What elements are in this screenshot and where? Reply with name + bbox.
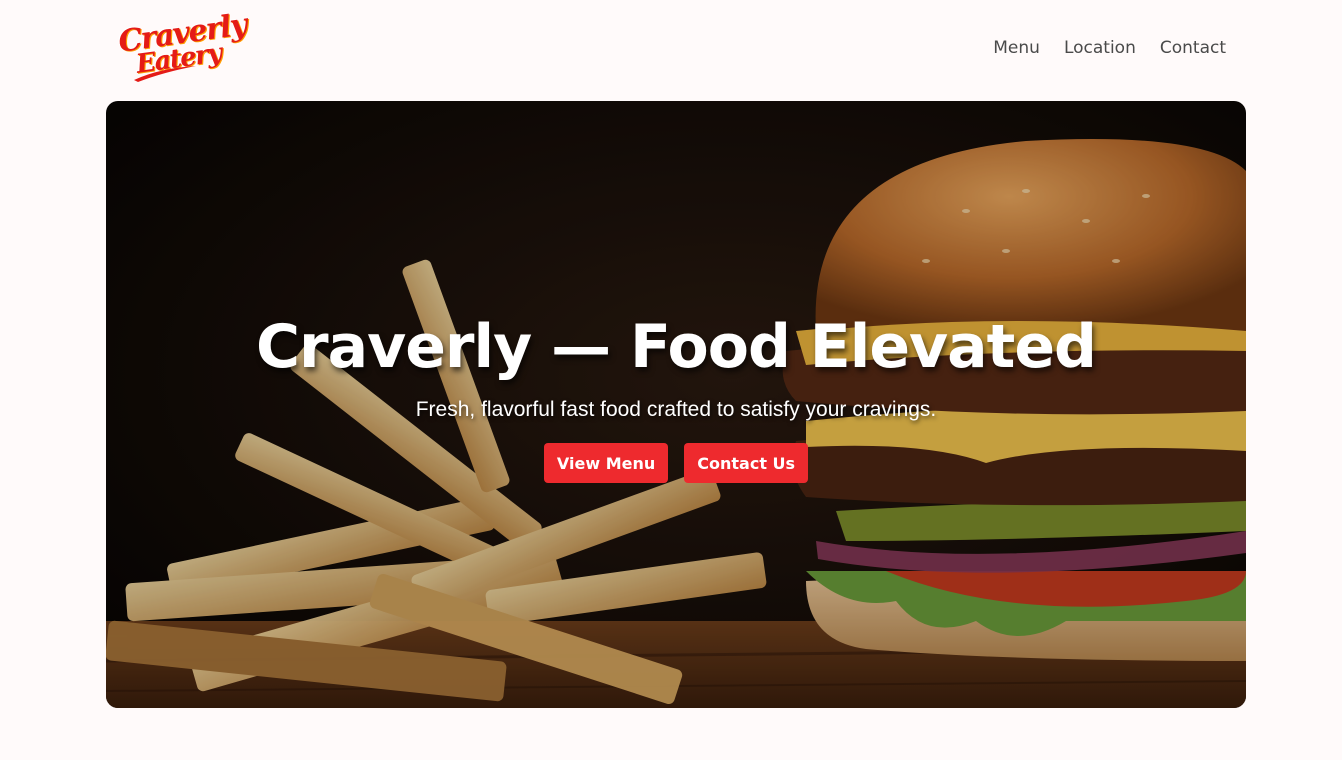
hero-title: Craverly — Food Elevated <box>256 312 1097 382</box>
nav-item-menu[interactable]: Menu <box>993 36 1040 60</box>
logo-swoosh-icon <box>134 66 196 82</box>
nav-item-location[interactable]: Location <box>1064 36 1136 60</box>
site-header: Craverly Eatery Menu Location Contact <box>0 0 1342 100</box>
view-menu-button[interactable]: View Menu <box>543 443 669 483</box>
hero-content: Craverly — Food Elevated Fresh, flavorfu… <box>106 309 1246 483</box>
nav-item-contact[interactable]: Contact <box>1160 36 1226 60</box>
hero-subtitle: Fresh, flavorful fast food crafted to sa… <box>415 398 937 421</box>
hero-banner: Craverly — Food Elevated Fresh, flavorfu… <box>106 101 1246 708</box>
contact-us-button[interactable]: Contact Us <box>684 443 809 483</box>
main-nav: Menu Location Contact <box>993 36 1226 60</box>
hero-buttons: View Menu Contact Us <box>106 443 1246 483</box>
brand-logo[interactable]: Craverly Eatery <box>116 7 248 84</box>
